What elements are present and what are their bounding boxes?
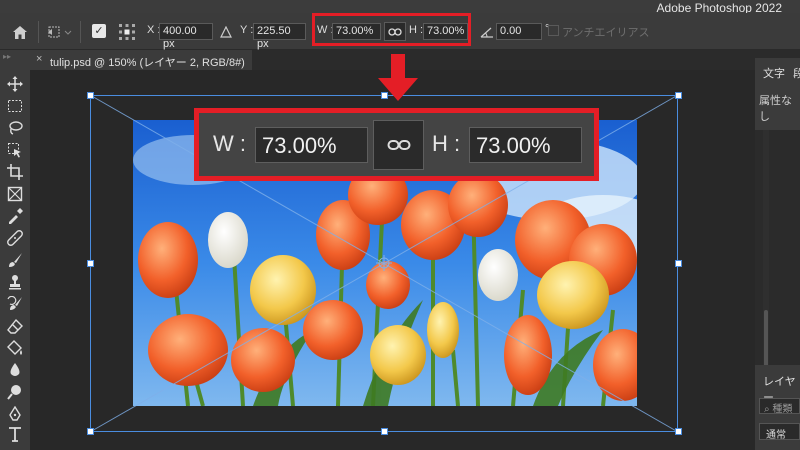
- move-tool-icon[interactable]: [5, 74, 25, 94]
- layer-filter-search[interactable]: ⌕ 種類: [759, 398, 800, 415]
- transform-handle-b[interactable]: [381, 428, 388, 435]
- crop-tool-icon[interactable]: [5, 162, 25, 182]
- dodge-tool-icon[interactable]: [5, 382, 25, 402]
- transform-handle-r[interactable]: [675, 260, 682, 267]
- highlight-box-wh: [312, 13, 471, 46]
- reference-point-checkbox[interactable]: ✓: [92, 24, 106, 38]
- delta-icon: [220, 23, 232, 41]
- angle-icon: [480, 23, 494, 41]
- document-tab-title: tulip.psd @ 150% (レイヤー 2, RGB/8#): [50, 57, 245, 69]
- angle-field[interactable]: 0.00: [496, 23, 542, 40]
- zoomed-wh-callout: W : 73.00% H : 73.00%: [194, 108, 599, 181]
- y-label: Y :: [240, 24, 254, 36]
- type-tool-icon[interactable]: [5, 424, 25, 444]
- tab-character[interactable]: 文字: [763, 65, 785, 81]
- zoom-w-label: W :: [213, 131, 246, 156]
- antialias-label: アンチエイリアス: [562, 27, 650, 39]
- transform-handle-bl[interactable]: [87, 428, 94, 435]
- y-field[interactable]: 225.50 px: [253, 23, 306, 50]
- layers-panel: レイヤー ⌕ 種類 通常: [755, 365, 800, 450]
- antialias-checkbox[interactable]: [548, 25, 559, 36]
- character-panel: 文字 段 属性なし: [755, 58, 800, 130]
- reference-point-icon[interactable]: [118, 23, 136, 41]
- pen-tool-icon[interactable]: [5, 404, 25, 424]
- zoom-h-label: H :: [432, 131, 461, 156]
- document-tab[interactable]: × tulip.psd @ 150% (レイヤー 2, RGB/8#): [30, 50, 252, 70]
- history-brush-tool-icon[interactable]: [5, 294, 25, 314]
- transform-handle-tl[interactable]: [87, 92, 94, 99]
- zoom-w-field[interactable]: 73.00%: [255, 127, 368, 163]
- home-icon[interactable]: [8, 21, 32, 43]
- red-down-arrow-icon: [378, 54, 418, 101]
- blur-tool-icon[interactable]: [5, 360, 25, 380]
- frame-tool-icon[interactable]: [5, 184, 25, 204]
- zoom-h-field[interactable]: 73.00%: [469, 127, 582, 163]
- link-icon: [387, 140, 410, 150]
- scrollbar-thumb[interactable]: [764, 310, 768, 370]
- marquee-tool-icon[interactable]: [5, 96, 25, 116]
- transform-handle-l[interactable]: [87, 260, 94, 267]
- brush-tool-icon[interactable]: [5, 250, 25, 270]
- tools-panel: ▸▸: [0, 50, 30, 450]
- properties-empty-text: 属性なし: [759, 95, 792, 123]
- tab-paragraph[interactable]: 段: [793, 65, 800, 81]
- x-field[interactable]: 400.00 px: [159, 23, 213, 50]
- layer-filter-text: 種類: [772, 404, 793, 415]
- lasso-tool-icon[interactable]: [5, 118, 25, 138]
- title-bar: Adobe Photoshop 2022: [0, 0, 800, 15]
- close-tab-icon[interactable]: ×: [36, 53, 42, 65]
- transform-tool-icon[interactable]: [46, 23, 72, 41]
- healing-brush-tool-icon[interactable]: [5, 228, 25, 248]
- transform-handle-br[interactable]: [675, 428, 682, 435]
- transform-handle-tr[interactable]: [675, 92, 682, 99]
- clone-stamp-tool-icon[interactable]: [5, 272, 25, 292]
- paint-bucket-tool-icon[interactable]: [5, 338, 25, 358]
- panel-grip-icon[interactable]: ▸▸: [3, 52, 27, 62]
- eyedropper-tool-icon[interactable]: [5, 206, 25, 226]
- search-icon: ⌕: [764, 404, 770, 415]
- eraser-tool-icon[interactable]: [5, 316, 25, 336]
- blend-mode-select[interactable]: 通常: [759, 423, 800, 441]
- object-select-tool-icon[interactable]: [5, 140, 25, 160]
- zoom-link-ratio-button[interactable]: [373, 120, 424, 170]
